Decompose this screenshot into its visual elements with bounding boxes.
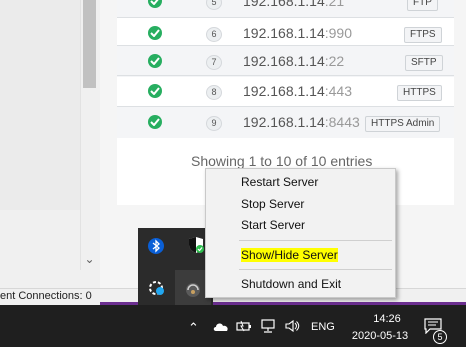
protocol-badge: HTTPS — [397, 85, 442, 101]
server-address: 192.168.1.14:990 — [243, 25, 352, 41]
input-language[interactable]: ENG — [311, 321, 335, 333]
check-icon — [148, 54, 162, 68]
menu-item-stop-server[interactable]: Stop Server — [206, 194, 395, 214]
server-address: 192.168.1.14:8443 — [243, 114, 360, 130]
check-icon — [148, 0, 162, 8]
power-battery-icon[interactable] — [236, 320, 252, 335]
scroll-down-arrow-icon[interactable]: ⌄ — [83, 252, 96, 266]
menu-item-shutdown-exit[interactable]: Shutdown and Exit — [206, 274, 395, 294]
check-icon — [148, 115, 162, 129]
check-icon — [148, 84, 162, 98]
menu-separator — [239, 269, 392, 270]
clock-date[interactable]: 2020-05-13 — [345, 330, 415, 342]
protocol-badge: HTTPS Admin — [365, 116, 441, 132]
server-tray-icon[interactable] — [184, 281, 202, 299]
windows-security-icon[interactable] — [187, 236, 205, 254]
show-hidden-icons-chevron-icon[interactable]: ⌃ — [188, 320, 199, 336]
table-row[interactable]: 5 192.168.1.14:21 FTP — [117, 0, 454, 17]
network-icon[interactable] — [260, 319, 276, 336]
server-address: 192.168.1.14:21 — [243, 0, 345, 9]
bluetooth-icon[interactable] — [147, 237, 165, 255]
protocol-badge: FTPS — [404, 27, 442, 43]
settings-sync-icon[interactable] — [148, 279, 166, 297]
row-number-badge: 9 — [206, 116, 222, 131]
onedrive-cloud-icon[interactable] — [212, 320, 230, 335]
row-number-badge: 7 — [206, 55, 222, 70]
connections-status: ent Connections: 0 — [0, 290, 92, 302]
server-address: 192.168.1.14:443 — [243, 83, 352, 99]
row-number-badge: 8 — [206, 85, 222, 100]
menu-item-restart-server[interactable]: Restart Server — [206, 172, 395, 192]
table-row[interactable]: 9 192.168.1.14:8443 HTTPS Admin — [117, 106, 454, 138]
row-number-badge: 6 — [206, 27, 222, 42]
notification-count-badge: 5 — [433, 330, 447, 344]
menu-separator — [239, 240, 392, 241]
protocol-badge: SFTP — [405, 55, 443, 71]
table-info-text: Showing 1 to 10 of 10 entries — [191, 153, 373, 169]
row-number-badge: 5 — [206, 0, 222, 10]
table-row[interactable]: 8 192.168.1.14:443 HTTPS — [117, 75, 454, 107]
check-icon — [148, 26, 162, 40]
scrollbar-thumb[interactable] — [83, 0, 96, 88]
table-row[interactable]: 7 192.168.1.14:22 SFTP — [117, 45, 454, 77]
left-panel-content — [0, 0, 80, 210]
tray-context-menu: Restart Server Stop Server Start Server … — [205, 168, 396, 298]
menu-item-start-server[interactable]: Start Server — [206, 215, 395, 235]
menu-item-show-hide-server[interactable]: Show/Hide Server — [206, 245, 395, 265]
protocol-badge: FTP — [407, 0, 438, 11]
clock-time[interactable]: 14:26 — [357, 313, 417, 325]
server-address: 192.168.1.14:22 — [243, 53, 345, 69]
volume-icon[interactable] — [284, 319, 300, 336]
